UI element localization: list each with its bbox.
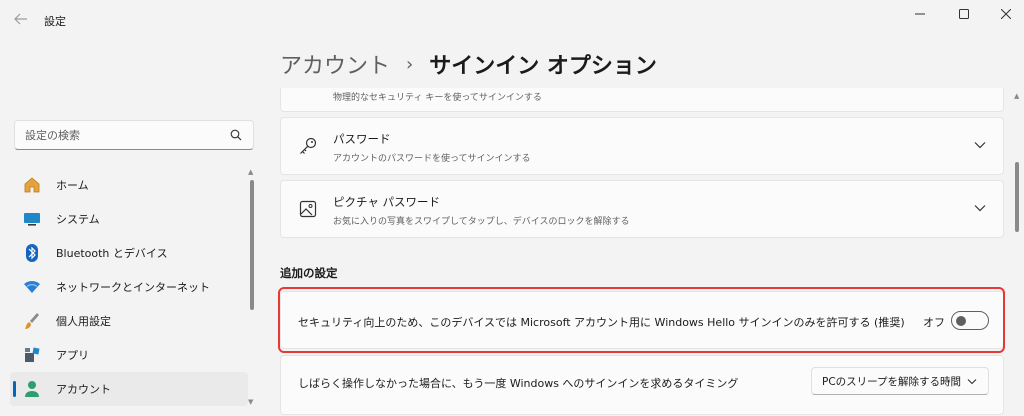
security-key-subtitle: 物理的なセキュリティ キーを使ってサインインする xyxy=(333,93,542,103)
hello-only-toggle[interactable] xyxy=(951,311,989,330)
close-button[interactable] xyxy=(990,4,1022,24)
security-key-card[interactable]: 物理的なセキュリティ キーを使ってサインインする xyxy=(280,88,1004,112)
sidebar-item-bluetooth[interactable]: Bluetooth とデバイス xyxy=(10,236,248,270)
breadcrumb: アカウント › サインイン オプション xyxy=(280,48,657,80)
back-arrow-icon xyxy=(14,13,27,25)
scroll-down-icon[interactable]: ▼ xyxy=(248,398,253,406)
apps-icon xyxy=(22,345,42,365)
account-icon xyxy=(22,379,42,399)
sidebar-scrollbar[interactable]: ▲ ▼ xyxy=(248,168,254,406)
breadcrumb-parent[interactable]: アカウント xyxy=(280,48,390,80)
breadcrumb-separator: › xyxy=(406,53,414,75)
settings-content: 物理的なセキュリティ キーを使ってサインインする パスワード アカウントのパスワ… xyxy=(280,88,1004,416)
sidebar-item-label: ネットワークとインターネット xyxy=(56,281,210,294)
section-heading: 追加の設定 xyxy=(280,266,338,280)
title-bar: 設定 xyxy=(0,0,1024,36)
close-icon xyxy=(1001,9,1011,19)
chevron-down-icon xyxy=(966,375,978,387)
bluetooth-icon xyxy=(22,243,42,263)
scroll-up-icon[interactable]: ▲ xyxy=(248,168,253,176)
sidebar-item-home[interactable]: ホーム xyxy=(10,168,248,202)
search-box[interactable] xyxy=(14,120,254,150)
require-signin-setting: しばらく操作しなかった場合に、もう一度 Windows へのサインインを求めるタ… xyxy=(280,355,1004,415)
content-scroll-thumb[interactable] xyxy=(1015,162,1019,232)
toggle-state-label: オフ xyxy=(923,316,945,329)
require-signin-label: しばらく操作しなかった場合に、もう一度 Windows へのサインインを求めるタ… xyxy=(298,377,739,390)
dropdown-value: PCのスリープを解除する時間 xyxy=(822,375,962,388)
home-icon xyxy=(22,175,42,195)
search-input[interactable] xyxy=(25,128,229,142)
picture-password-title: ピクチャ パスワード xyxy=(333,195,441,209)
system-icon xyxy=(22,209,42,229)
maximize-button[interactable] xyxy=(948,4,980,24)
sidebar-item-label: ホーム xyxy=(56,179,89,192)
key-icon xyxy=(297,135,319,157)
picture-icon xyxy=(297,198,319,220)
active-indicator xyxy=(13,381,16,397)
sidebar-item-label: アプリ xyxy=(56,349,89,362)
require-signin-dropdown[interactable]: PCのスリープを解除する時間 xyxy=(811,367,989,395)
password-title: パスワード xyxy=(333,132,391,146)
picture-password-card[interactable]: ピクチャ パスワード お気に入りの写真をスワイプしてタップし、デバイスのロックを… xyxy=(280,180,1004,238)
app-title: 設定 xyxy=(44,15,66,28)
back-button[interactable] xyxy=(10,9,32,29)
minimize-icon xyxy=(915,13,925,15)
toggle-knob xyxy=(956,315,966,326)
sidebar-item-accounts[interactable]: アカウント xyxy=(10,372,248,406)
sidebar-item-label: 個人用設定 xyxy=(56,315,111,328)
page-title: サインイン オプション xyxy=(429,54,657,79)
hello-only-label: セキュリティ向上のため、このデバイスでは Microsoft アカウント用に W… xyxy=(298,316,905,329)
personalization-icon xyxy=(22,311,42,331)
sidebar-item-system[interactable]: システム xyxy=(10,202,248,236)
search-icon[interactable] xyxy=(229,128,243,142)
sidebar-nav: ホーム システム Bluetooth とデバイス ネットワークとインターネット … xyxy=(10,168,248,406)
scroll-up-icon[interactable]: ▲ xyxy=(1014,92,1019,100)
chevron-down-icon[interactable] xyxy=(973,201,987,215)
minimize-button[interactable] xyxy=(904,4,936,24)
password-card[interactable]: パスワード アカウントのパスワードを使ってサインインする xyxy=(280,117,1004,175)
sidebar-item-label: Bluetooth とデバイス xyxy=(56,247,168,260)
sidebar-item-network[interactable]: ネットワークとインターネット xyxy=(10,270,248,304)
content-scrollbar[interactable]: ▲ xyxy=(1014,92,1020,412)
password-subtitle: アカウントのパスワードを使ってサインインする xyxy=(333,154,531,164)
chevron-down-icon[interactable] xyxy=(973,138,987,152)
sidebar-item-label: アカウント xyxy=(56,383,111,396)
picture-password-subtitle: お気に入りの写真をスワイプしてタップし、デバイスのロックを解除する xyxy=(333,217,630,227)
sidebar-scroll-thumb[interactable] xyxy=(250,180,254,310)
maximize-icon xyxy=(959,9,969,19)
sidebar-item-label: システム xyxy=(56,213,100,226)
hello-only-setting: セキュリティ向上のため、このデバイスでは Microsoft アカウント用に W… xyxy=(280,291,1004,349)
network-icon xyxy=(22,277,42,297)
sidebar-item-apps[interactable]: アプリ xyxy=(10,338,248,372)
sidebar-item-personalization[interactable]: 個人用設定 xyxy=(10,304,248,338)
